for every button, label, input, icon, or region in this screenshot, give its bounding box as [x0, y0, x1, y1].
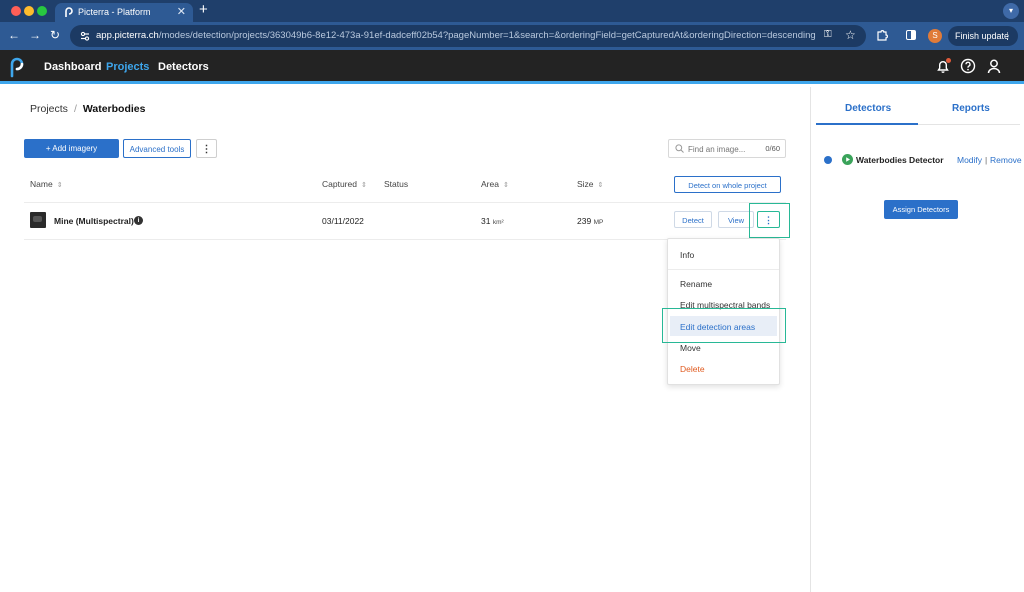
tab-search-chevron-icon[interactable]: ▾: [1003, 3, 1019, 19]
close-window-button[interactable]: [11, 6, 21, 16]
detector-color-dot: [824, 156, 832, 164]
search-icon: [675, 144, 684, 153]
app-nav-bar: Dashboard Projects Detectors: [0, 50, 1024, 84]
row-area: 31 km²: [481, 216, 504, 226]
help-icon[interactable]: [960, 58, 976, 74]
column-header-status: Status: [384, 179, 409, 189]
key-icon[interactable]: ⚿: [824, 29, 832, 40]
info-icon[interactable]: i: [134, 216, 143, 225]
nav-detectors[interactable]: Detectors: [158, 61, 209, 73]
menu-divider: [668, 269, 779, 270]
address-bar[interactable]: app.picterra.ch/modes/detection/projects…: [70, 25, 866, 47]
extensions-icon[interactable]: [876, 29, 888, 41]
play-icon[interactable]: [842, 154, 853, 165]
browser-tab-bar: Picterra - Platform ✕ + ▾: [0, 0, 1024, 22]
row-captured: 03/11/2022: [322, 216, 364, 226]
link-separator: |: [985, 155, 988, 165]
star-icon[interactable]: ☆: [845, 28, 856, 42]
breadcrumb-separator: /: [73, 103, 77, 115]
breadcrumb-projects[interactable]: Projects: [30, 103, 68, 115]
url-path: /modes/detection/projects/363049b6-8e12-…: [158, 30, 816, 41]
column-header-size[interactable]: Size ⇕: [577, 179, 603, 189]
size-value: 239: [577, 216, 592, 226]
picterra-logo[interactable]: [7, 56, 27, 78]
size-unit: MP: [593, 219, 604, 226]
area-value: 31: [481, 216, 491, 226]
area-unit: km²: [492, 219, 504, 226]
tab-detectors[interactable]: Detectors: [845, 103, 891, 114]
breadcrumb: Projects / Waterbodies: [30, 103, 145, 115]
row-size: 239 MP: [577, 216, 603, 226]
search-input[interactable]: [688, 143, 756, 155]
breadcrumb-current: Waterbodies: [82, 103, 146, 115]
finish-update-button[interactable]: Finish update ⋮: [948, 26, 1018, 46]
table-divider: [24, 202, 786, 203]
finish-update-label: Finish update: [955, 31, 1010, 41]
site-settings-icon[interactable]: [79, 30, 91, 42]
detector-name: Waterbodies Detector: [856, 155, 944, 165]
maximize-window-button[interactable]: [37, 6, 47, 16]
detect-on-whole-project-button[interactable]: Detect on whole project: [674, 176, 781, 193]
image-search: 0/60: [668, 139, 786, 158]
highlight-box-edit-detection-areas: [662, 308, 786, 343]
browser-tab-active[interactable]: Picterra - Platform ✕: [55, 3, 193, 22]
minimize-window-button[interactable]: [24, 6, 34, 16]
main-content: Projects / Waterbodies + Add imagery Advan…: [0, 87, 810, 592]
picterra-favicon-icon: [65, 7, 73, 17]
user-icon[interactable]: [986, 58, 1002, 74]
sort-icon: ⇕: [360, 182, 367, 189]
sort-icon: ⇕: [56, 182, 63, 189]
right-panel: Detectors Reports Waterbodies Detector M…: [810, 87, 1024, 592]
forward-arrow-icon[interactable]: →: [29, 28, 41, 42]
tab-close-icon[interactable]: ✕: [177, 5, 186, 18]
menu-item-delete[interactable]: Delete: [680, 364, 705, 374]
search-result-count: 0/60: [765, 144, 780, 153]
column-name-label: Name: [30, 179, 53, 189]
tab-title: Picterra - Platform: [78, 7, 151, 17]
side-panel-icon[interactable]: [906, 30, 916, 40]
column-area-label: Area: [481, 179, 499, 189]
active-tab-indicator: [816, 123, 918, 125]
project-more-button[interactable]: ⋮: [196, 139, 217, 158]
url-text: app.picterra.ch/modes/detection/projects…: [96, 30, 816, 41]
detector-modify-link[interactable]: Modify: [957, 155, 982, 165]
menu-item-info[interactable]: Info: [680, 250, 694, 260]
column-header-name[interactable]: Name ⇕: [30, 179, 63, 189]
tab-baseline: [918, 124, 1020, 125]
menu-item-move[interactable]: Move: [680, 343, 701, 353]
column-header-captured[interactable]: Captured ⇕: [322, 179, 367, 189]
highlight-box-more: [749, 203, 790, 238]
image-thumbnail[interactable]: [30, 212, 46, 228]
browser-toolbar: ← → ↻ app.picterra.ch/modes/detection/pr…: [0, 22, 1024, 50]
sort-icon: ⇕: [597, 182, 604, 189]
assign-detectors-button[interactable]: Assign Detectors: [884, 200, 958, 219]
row-detect-button[interactable]: Detect: [674, 211, 712, 228]
url-domain: app.picterra.ch: [96, 30, 159, 41]
nav-dashboard[interactable]: Dashboard: [44, 61, 101, 73]
tab-reports[interactable]: Reports: [952, 103, 990, 114]
reload-icon[interactable]: ↻: [50, 28, 60, 42]
column-captured-label: Captured: [322, 179, 357, 189]
new-tab-button[interactable]: +: [199, 1, 208, 18]
add-imagery-button[interactable]: + Add imagery: [24, 139, 119, 158]
detector-remove-link[interactable]: Remove: [990, 155, 1022, 165]
back-arrow-icon[interactable]: ←: [8, 28, 20, 42]
nav-projects[interactable]: Projects: [106, 61, 149, 73]
sort-icon: ⇕: [502, 182, 509, 189]
column-size-label: Size: [577, 179, 594, 189]
menu-item-rename[interactable]: Rename: [680, 279, 712, 289]
row-name[interactable]: Mine (Multispectral): [54, 216, 134, 226]
column-header-area[interactable]: Area ⇕: [481, 179, 509, 189]
profile-avatar[interactable]: S: [928, 29, 942, 43]
more-vert-icon: ⋮: [1003, 31, 1012, 41]
notification-dot: [946, 58, 951, 63]
advanced-tools-button[interactable]: Advanced tools: [123, 139, 191, 158]
